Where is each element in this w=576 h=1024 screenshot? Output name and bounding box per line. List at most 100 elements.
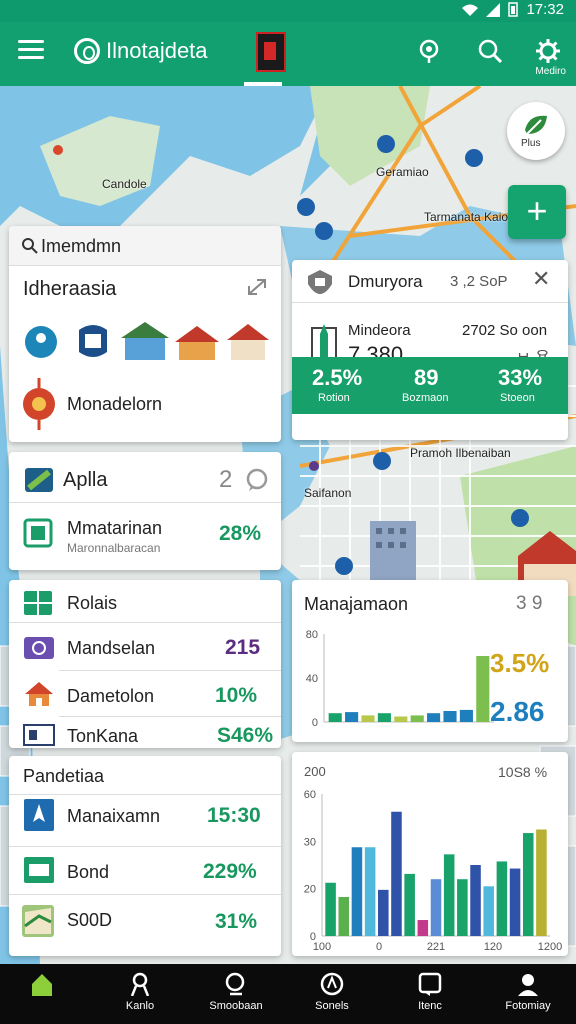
y-tick-label: 60 xyxy=(304,789,316,801)
chart-bar xyxy=(328,713,342,722)
chart-bar xyxy=(459,709,473,722)
chart-card-big-top-left: 200 xyxy=(304,764,326,779)
search-icon[interactable] xyxy=(477,38,503,64)
list-card: Rolais Mandselan 215 Dametolon 10% TonKa… xyxy=(9,580,281,748)
ticket-icon xyxy=(23,724,55,746)
place-label[interactable]: Monadelorn xyxy=(67,394,162,415)
list-card-2-header: Pandetiaa xyxy=(23,766,105,786)
signal-icon xyxy=(486,2,501,17)
places-card-header[interactable]: Imemdmn xyxy=(9,226,281,266)
chart-card-big-top-right: 10S8 % xyxy=(498,764,548,780)
list-row-label: Manaixamn xyxy=(67,806,161,826)
list-row-value: S46% xyxy=(217,724,274,747)
chart-bar xyxy=(470,865,481,936)
stat-label: Bozmaon xyxy=(402,392,449,404)
apps-card-title: Aplla xyxy=(63,469,108,491)
globe-icon xyxy=(320,972,344,996)
divider xyxy=(9,894,281,895)
chart-bar xyxy=(430,879,442,936)
battery-icon xyxy=(508,2,519,17)
home-icon xyxy=(32,974,52,996)
profile-thumbnail[interactable] xyxy=(256,32,286,72)
x-tick-label: 120 xyxy=(484,941,502,953)
divider xyxy=(59,670,281,671)
place-icons-row xyxy=(25,322,269,360)
chart-bar xyxy=(509,868,521,936)
list-row-value: 31% xyxy=(215,910,258,933)
chart-value-gold: 3.5% xyxy=(490,648,550,678)
disc-icon xyxy=(24,637,54,659)
gear-icon[interactable] xyxy=(535,38,561,64)
settings-label: Mediro xyxy=(535,66,566,77)
nav-label: Itenc xyxy=(418,1000,442,1012)
add-button[interactable]: + xyxy=(508,185,566,239)
x-tick-label: 0 xyxy=(376,941,382,953)
map-label: Saifanon xyxy=(304,486,352,500)
chart-bar xyxy=(404,873,415,936)
stat-label: Rotion xyxy=(318,392,350,404)
apps-item-subtitle: Maronnalbaracan xyxy=(67,541,161,555)
stats-band: 2.5% Rotion 89 Bozmaon 33% Stoeon xyxy=(292,357,568,414)
tablet-icon xyxy=(25,468,53,492)
nav-home[interactable] xyxy=(0,964,90,1024)
close-icon[interactable]: ✕ xyxy=(532,266,550,292)
layers-button-label: Plus xyxy=(521,138,541,149)
places-card-title: Idheraasia xyxy=(23,278,117,300)
app-logo-icon xyxy=(74,38,100,64)
apps-card: Aplla 2 Mmatarinan Maronnalbaracan 28% xyxy=(9,452,281,570)
divider xyxy=(59,716,281,717)
map-label: Pramoh Ilbenaiban xyxy=(410,446,511,460)
chat-icon[interactable] xyxy=(245,468,269,492)
nav-item[interactable]: Itenc xyxy=(382,964,478,1024)
layers-button[interactable]: Plus xyxy=(507,102,565,160)
chart-card-small: Manajamaon 3 9 80 40 0 3.5% 2.86 xyxy=(292,580,568,742)
location-icon[interactable] xyxy=(416,38,442,64)
nav-item[interactable]: Fotomiay xyxy=(480,964,576,1024)
chart-card-small-title: Manajamaon xyxy=(304,594,409,614)
chart-bar xyxy=(325,882,336,936)
overview-metric-label: Mindeora xyxy=(348,322,411,339)
divider xyxy=(9,622,281,623)
overview-meta: 3 ,2 SoP xyxy=(450,273,508,290)
places-card-header-text: Imemdmn xyxy=(41,236,122,256)
chart-bar xyxy=(378,889,389,936)
divider xyxy=(292,302,568,303)
list-row-label: Dametolon xyxy=(67,686,155,706)
stat-value: 89 xyxy=(414,365,439,390)
nav-label: Sonels xyxy=(315,1000,349,1012)
list-row-value: 229% xyxy=(203,860,257,883)
x-tick-label: 1200 xyxy=(538,941,562,953)
divider xyxy=(9,502,281,503)
chart-bar xyxy=(443,711,457,722)
chart-bar xyxy=(476,656,490,722)
nav-label: Kanlo xyxy=(125,1000,155,1012)
expand-icon[interactable] xyxy=(247,278,269,296)
chart-bar xyxy=(443,854,455,936)
nav-label: Fotomiay xyxy=(505,1000,551,1012)
list-row-value: 215 xyxy=(225,636,261,659)
house-icon xyxy=(25,682,53,706)
bottom-nav: Kanlo Smoobaan Sonels Itenc Fotomiay xyxy=(0,964,576,1024)
person-icon xyxy=(130,972,150,996)
y-tick-label: 40 xyxy=(306,673,318,685)
status-time: 17:32 xyxy=(526,1,564,18)
status-bar: 17:32 xyxy=(0,0,576,22)
chart-bar xyxy=(361,715,375,722)
nav-item[interactable]: Sonels xyxy=(284,964,380,1024)
chart-bar xyxy=(483,886,494,936)
map-card-icon xyxy=(22,905,54,937)
list-row-label: TonKana xyxy=(67,726,139,746)
apps-item-title[interactable]: Mmatarinan xyxy=(67,518,162,539)
divider xyxy=(9,794,281,795)
bar-chart-big: 6030200100 0 221 120 1200 xyxy=(304,789,562,953)
nav-item[interactable]: Smoobaan xyxy=(188,964,284,1024)
chart-value-blue: 2.86 xyxy=(490,696,545,727)
menu-button[interactable] xyxy=(18,40,44,62)
nav-label: Smoobaan xyxy=(209,1000,263,1012)
map-label: Tarmanata Kaiot xyxy=(424,210,512,224)
nav-item[interactable]: Kanlo xyxy=(92,964,188,1024)
chart-bar xyxy=(427,713,441,722)
chart-card-small-meta: 3 9 xyxy=(516,593,543,614)
rocket-icon xyxy=(24,799,54,831)
y-tick-label: 80 xyxy=(306,629,318,641)
